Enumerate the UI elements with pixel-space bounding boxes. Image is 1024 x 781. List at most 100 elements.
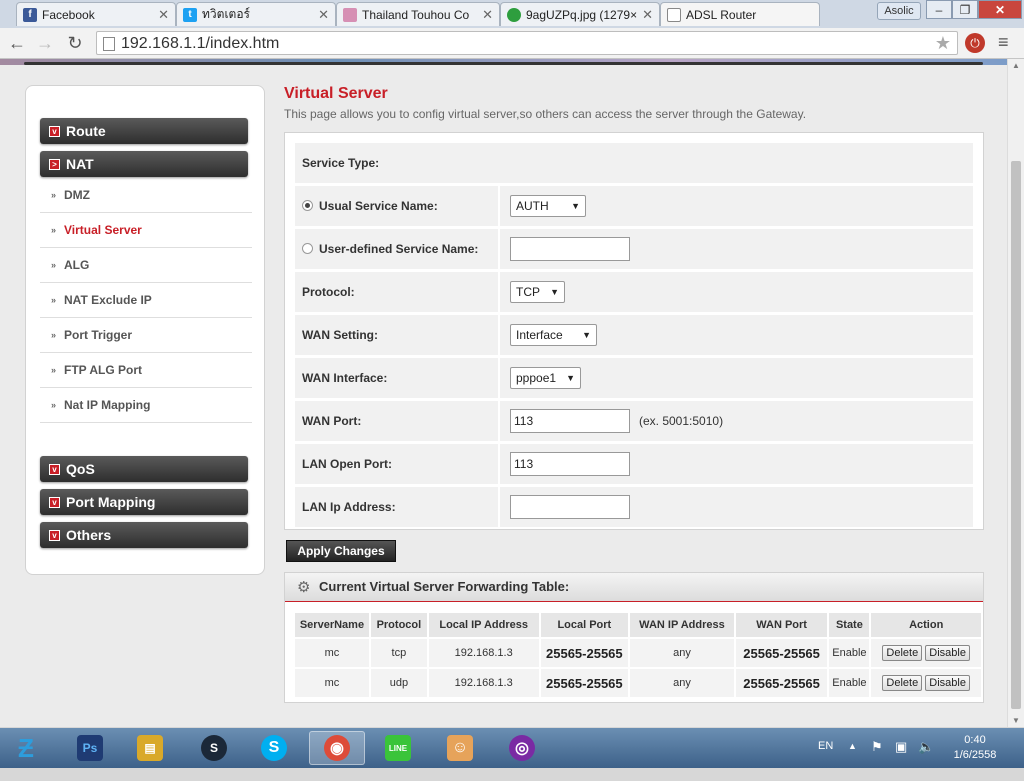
bullet-icon: » bbox=[51, 330, 57, 340]
taskbar-app-line[interactable]: LINE bbox=[370, 731, 426, 765]
disable-button[interactable]: Disable bbox=[925, 675, 970, 691]
action-center-icon[interactable]: ⚑ bbox=[871, 739, 883, 779]
address-url: 192.168.1.1/index.htm bbox=[121, 35, 280, 52]
user-defined-label: User-defined Service Name: bbox=[319, 242, 479, 256]
tab-facebook[interactable]: f Facebook ✕ bbox=[16, 2, 176, 26]
column-header: WAN IP Address bbox=[629, 613, 736, 638]
facebook-icon: f bbox=[23, 7, 37, 22]
browser-menu-icon[interactable]: ≡ bbox=[998, 32, 1009, 53]
menu-others[interactable]: v Others bbox=[40, 522, 248, 548]
usual-service-label: Usual Service Name: bbox=[319, 199, 438, 213]
sidebar: v Route > NAT » DMZ » Virtual Server » ALG … bbox=[25, 85, 265, 575]
scroll-down-icon[interactable]: ▼ bbox=[1012, 716, 1020, 725]
column-header: Action bbox=[870, 613, 983, 638]
forward-arrow-icon[interactable]: → bbox=[34, 32, 56, 54]
menu-qos[interactable]: v QoS bbox=[40, 456, 248, 482]
close-tab-icon[interactable]: ✕ bbox=[482, 7, 493, 23]
taskbar-app-osu[interactable]: ◎ bbox=[494, 731, 550, 765]
language-indicator[interactable]: EN bbox=[818, 740, 833, 780]
back-arrow-icon[interactable]: ← bbox=[6, 32, 28, 54]
adblock-icon[interactable]: ⏻ bbox=[965, 33, 985, 53]
reload-icon[interactable]: ↻ bbox=[64, 32, 86, 54]
close-window-button[interactable]: ✕ bbox=[978, 0, 1022, 19]
cell-wan-ip: any bbox=[629, 637, 736, 668]
bullet-icon: » bbox=[51, 365, 57, 375]
row-divider bbox=[498, 401, 500, 441]
bullet-icon: » bbox=[51, 295, 57, 305]
column-header: Local IP Address bbox=[427, 613, 541, 638]
steam-icon: S bbox=[201, 735, 227, 761]
minimize-button[interactable]: – bbox=[926, 0, 952, 19]
tab-twitter[interactable]: t ทวิตเตอร์ ✕ bbox=[176, 2, 336, 26]
page-icon bbox=[667, 7, 681, 22]
show-hidden-icons-icon[interactable]: ▲ bbox=[848, 741, 857, 781]
apply-changes-button[interactable]: Apply Changes bbox=[286, 540, 396, 562]
sidebar-item-nat-ip-mapping[interactable]: » Nat IP Mapping bbox=[40, 388, 252, 423]
taskbar-app-file-explorer[interactable]: ▤ bbox=[122, 731, 178, 765]
lan-ip-input[interactable] bbox=[510, 495, 630, 519]
forwarding-table-panel: ⚙ Current Virtual Server Forwarding Tabl… bbox=[284, 572, 984, 703]
lan-open-port-input[interactable]: 113 bbox=[510, 452, 630, 476]
usual-service-radio[interactable] bbox=[302, 200, 313, 211]
sidebar-item-alg[interactable]: » ALG bbox=[40, 248, 252, 283]
wan-setting-select[interactable]: Interface ▼ bbox=[510, 324, 597, 346]
delete-button[interactable]: Delete bbox=[882, 675, 923, 691]
bookmark-star-icon[interactable]: ★ bbox=[935, 33, 951, 54]
cell-server-name: mc bbox=[295, 667, 371, 697]
usual-service-row: Usual Service Name: AUTH ▼ bbox=[295, 186, 973, 226]
disable-button[interactable]: Disable bbox=[925, 645, 970, 661]
user-profile-badge[interactable]: Asolic bbox=[877, 2, 921, 20]
taskbar-app-skype[interactable]: S bbox=[246, 731, 302, 765]
taskbar-app-steam[interactable]: S bbox=[186, 731, 242, 765]
usual-service-select[interactable]: AUTH ▼ bbox=[510, 195, 586, 217]
cell-protocol: tcp bbox=[369, 637, 429, 668]
bullet-icon: » bbox=[51, 225, 57, 235]
taskbar-app-photoshop[interactable]: Ps bbox=[62, 731, 118, 765]
tab-adsl-router[interactable]: ADSL Router bbox=[660, 2, 820, 26]
sidebar-item-virtual-server[interactable]: » Virtual Server bbox=[40, 213, 252, 248]
menu-route[interactable]: v Route bbox=[40, 118, 248, 144]
row-divider bbox=[498, 186, 500, 226]
tab-title: Thailand Touhou Co bbox=[362, 7, 470, 22]
user-defined-service-input[interactable] bbox=[510, 237, 630, 261]
cell-local-ip: 192.168.1.3 bbox=[427, 637, 541, 668]
cell-local-port: 25565-25565 bbox=[539, 637, 631, 668]
menu-label: Route bbox=[66, 123, 106, 139]
scrollbar-thumb[interactable] bbox=[1011, 161, 1021, 709]
wan-port-row: WAN Port: 113 (ex. 5001:5010) bbox=[295, 401, 973, 441]
wan-interface-select[interactable]: pppoe1 ▼ bbox=[510, 367, 581, 389]
page-scrollbar[interactable]: ▲ ▼ bbox=[1007, 59, 1024, 727]
twitter-icon: t bbox=[183, 7, 197, 22]
close-tab-icon[interactable]: ✕ bbox=[318, 7, 329, 23]
start-button[interactable]: Ƶ bbox=[6, 732, 46, 764]
line-icon: LINE bbox=[385, 735, 411, 761]
wan-port-input[interactable]: 113 bbox=[510, 409, 630, 433]
tab-thailand-touhou[interactable]: Thailand Touhou Co ✕ bbox=[336, 2, 500, 26]
network-icon[interactable]: ▣ bbox=[895, 739, 907, 779]
column-header: Local Port bbox=[539, 613, 631, 638]
maximize-button[interactable]: ❐ bbox=[952, 0, 978, 19]
column-header: State bbox=[828, 613, 872, 638]
protocol-select[interactable]: TCP ▼ bbox=[510, 281, 565, 303]
delete-button[interactable]: Delete bbox=[882, 645, 923, 661]
chevron-down-icon: v bbox=[49, 496, 60, 508]
system-clock[interactable]: 0:40 1/6/2558 bbox=[950, 733, 1000, 763]
sidebar-item-port-trigger[interactable]: » Port Trigger bbox=[40, 318, 252, 353]
menu-port-mapping[interactable]: v Port Mapping bbox=[40, 489, 248, 515]
tab-image-jpg[interactable]: 9agUZPq.jpg (1279× ✕ bbox=[500, 2, 660, 26]
address-bar[interactable]: 192.168.1.1/index.htm ★ bbox=[96, 31, 958, 55]
row-divider bbox=[498, 444, 500, 484]
scroll-up-icon[interactable]: ▲ bbox=[1012, 61, 1020, 70]
taskbar-app-chrome[interactable]: ◉ bbox=[309, 731, 365, 765]
browser-tab-bar: f Facebook ✕ t ทวิตเตอร์ ✕ Thailand Touh… bbox=[0, 0, 1024, 28]
sidebar-item-ftp-alg-port[interactable]: » FTP ALG Port bbox=[40, 353, 252, 388]
sidebar-item-dmz[interactable]: » DMZ bbox=[40, 178, 252, 213]
user-defined-radio[interactable] bbox=[302, 243, 313, 254]
close-tab-icon[interactable]: ✕ bbox=[642, 7, 653, 23]
taskbar-app-anime[interactable]: ☺ bbox=[432, 731, 488, 765]
menu-nat[interactable]: > NAT bbox=[40, 151, 248, 177]
sidebar-item-nat-exclude-ip[interactable]: » NAT Exclude IP bbox=[40, 283, 252, 318]
close-tab-icon[interactable]: ✕ bbox=[158, 7, 169, 23]
volume-icon[interactable]: 🔈 bbox=[918, 739, 934, 779]
forwarding-table-header: ⚙ Current Virtual Server Forwarding Tabl… bbox=[285, 573, 983, 602]
